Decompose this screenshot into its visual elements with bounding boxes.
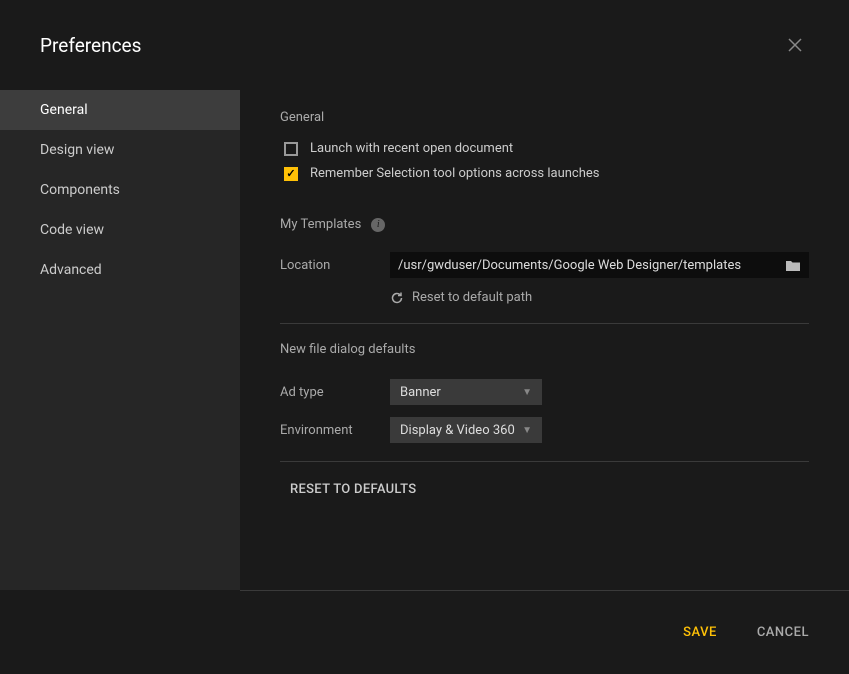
option-remember-selection[interactable]: Remember Selection tool options across l…: [280, 166, 809, 181]
section-title-new-file: New file dialog defaults: [280, 342, 809, 357]
checkbox-icon[interactable]: [284, 142, 298, 156]
environment-row: Environment Display & Video 360 ▼: [280, 417, 809, 443]
section-header-templates: My Templates i: [280, 217, 809, 232]
checkbox-label: Launch with recent open document: [310, 141, 513, 156]
main-panel: General Launch with recent open document…: [240, 90, 849, 590]
close-icon[interactable]: [781, 31, 809, 59]
reset-path-label: Reset to default path: [412, 290, 532, 305]
section-title-templates: My Templates: [280, 217, 361, 232]
reset-defaults-button[interactable]: RESET TO DEFAULTS: [290, 482, 416, 497]
info-icon[interactable]: i: [371, 218, 385, 232]
location-input[interactable]: [398, 258, 785, 273]
ad-type-row: Ad type Banner ▼: [280, 379, 809, 405]
folder-icon[interactable]: [785, 259, 801, 272]
cancel-button[interactable]: CANCEL: [757, 625, 809, 640]
ad-type-label: Ad type: [280, 385, 390, 400]
location-label: Location: [280, 258, 390, 273]
sidebar-item-general[interactable]: General: [0, 90, 240, 130]
environment-label: Environment: [280, 423, 390, 438]
dialog-title: Preferences: [40, 34, 141, 57]
sidebar-item-advanced[interactable]: Advanced: [0, 250, 240, 290]
refresh-icon: [390, 291, 404, 305]
environment-select[interactable]: Display & Video 360 ▼: [390, 417, 542, 443]
option-launch-recent[interactable]: Launch with recent open document: [280, 141, 809, 156]
sidebar-item-label: Code view: [40, 222, 104, 238]
ad-type-value: Banner: [400, 385, 441, 400]
save-button[interactable]: SAVE: [683, 625, 717, 640]
sidebar-item-label: General: [40, 102, 88, 118]
divider: [280, 323, 809, 324]
reset-path-link[interactable]: Reset to default path: [390, 290, 809, 305]
section-title-general: General: [280, 110, 809, 125]
sidebar-item-label: Advanced: [40, 262, 102, 278]
environment-value: Display & Video 360: [400, 423, 515, 438]
sidebar: General Design view Components Code view…: [0, 90, 240, 590]
chevron-down-icon: ▼: [522, 425, 532, 436]
ad-type-select[interactable]: Banner ▼: [390, 379, 542, 405]
sidebar-item-label: Components: [40, 182, 120, 198]
dialog-footer: SAVE CANCEL: [240, 590, 849, 674]
sidebar-item-label: Design view: [40, 142, 114, 158]
dialog-header: Preferences: [0, 0, 849, 90]
sidebar-item-code-view[interactable]: Code view: [0, 210, 240, 250]
divider: [280, 461, 809, 462]
chevron-down-icon: ▼: [522, 387, 532, 398]
location-input-wrap: [390, 252, 809, 278]
dialog-body: General Design view Components Code view…: [0, 90, 849, 590]
sidebar-item-design-view[interactable]: Design view: [0, 130, 240, 170]
checkbox-icon[interactable]: [284, 167, 298, 181]
sidebar-item-components[interactable]: Components: [0, 170, 240, 210]
checkbox-label: Remember Selection tool options across l…: [310, 166, 599, 181]
location-row: Location: [280, 252, 809, 278]
